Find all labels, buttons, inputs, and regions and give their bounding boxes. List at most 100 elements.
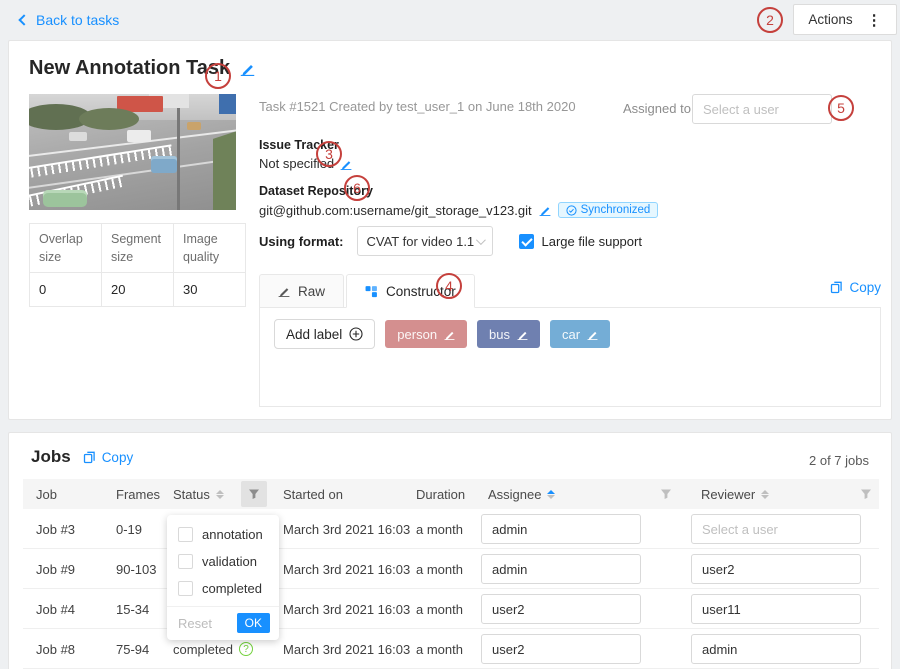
assignee-input[interactable] xyxy=(481,634,641,664)
status-filter-icon[interactable] xyxy=(241,481,267,507)
plus-circle-icon xyxy=(349,327,363,341)
large-file-support-label: Large file support xyxy=(542,234,642,249)
cvat-task-page: Back to tasks Actions ⋮ 1 2 3 4 5 6 New … xyxy=(0,0,900,669)
col-duration: Duration xyxy=(416,479,465,509)
assignee-input[interactable] xyxy=(481,554,641,584)
assigned-to-label: Assigned to xyxy=(623,101,691,116)
assigned-to-input[interactable] xyxy=(692,94,832,124)
job-duration: a month xyxy=(416,509,463,549)
assignee-filter-icon[interactable] xyxy=(653,481,679,507)
col-assignee[interactable]: Assignee xyxy=(488,479,555,509)
actions-label: Actions xyxy=(808,12,852,27)
job-frames: 75-94 xyxy=(116,629,149,669)
sync-status-badge[interactable]: Synchronized xyxy=(558,202,659,218)
job-duration: a month xyxy=(416,589,463,629)
annotation-checkbox[interactable] xyxy=(178,527,193,542)
format-select[interactable]: CVAT for video 1.1 xyxy=(357,226,493,256)
jobs-table-header: Job Frames Status Started on Duration As… xyxy=(23,479,879,509)
actions-button[interactable]: Actions ⋮ xyxy=(793,4,897,35)
reset-button[interactable]: Reset xyxy=(178,616,212,631)
annotation-marker-4: 4 xyxy=(436,273,462,299)
sort-icon-active[interactable] xyxy=(547,490,555,499)
validation-checkbox[interactable] xyxy=(178,554,193,569)
sort-icon[interactable] xyxy=(216,490,224,499)
job-started: March 3rd 2021 16:03 xyxy=(283,549,410,589)
tab-raw[interactable]: Raw xyxy=(259,274,344,308)
tab-raw-label: Raw xyxy=(298,284,325,299)
reviewer-filter-icon[interactable] xyxy=(853,481,879,507)
pencil-icon xyxy=(278,285,290,297)
labels-tabs: Raw Constructor Copy xyxy=(259,274,881,308)
task-title-text: New Annotation Task xyxy=(29,57,230,80)
annotation-marker-5: 5 xyxy=(828,95,854,121)
param-value-quality: 30 xyxy=(174,273,246,307)
label-chip-bus[interactable]: bus xyxy=(477,320,540,348)
chevron-down-icon xyxy=(475,235,485,245)
assignee-input[interactable] xyxy=(481,514,641,544)
job-link[interactable]: Job #9 xyxy=(36,549,75,589)
filter-option-label: validation xyxy=(202,554,257,569)
add-label-button[interactable]: Add label xyxy=(274,319,375,349)
pencil-icon xyxy=(444,329,455,340)
label-name: car xyxy=(562,327,580,342)
reviewer-input[interactable] xyxy=(691,514,861,544)
back-to-tasks-link[interactable]: Back to tasks xyxy=(20,12,119,28)
filter-option-validation[interactable]: validation xyxy=(167,548,279,575)
col-started-on: Started on xyxy=(283,479,343,509)
reviewer-input[interactable] xyxy=(691,634,861,664)
label-name: person xyxy=(397,327,437,342)
jobs-count: 2 of 7 jobs xyxy=(809,453,869,468)
job-frames: 90-103 xyxy=(116,549,156,589)
jobs-card: Jobs Copy 2 of 7 jobs Job Frames Status … xyxy=(8,432,892,669)
filter-option-label: annotation xyxy=(202,527,263,542)
param-header-segment: Segment size xyxy=(102,224,174,273)
constructor-pane: Add label person bus car xyxy=(259,308,881,407)
reviewer-input[interactable] xyxy=(691,594,861,624)
job-link[interactable]: Job #8 xyxy=(36,629,75,669)
large-file-support-checkbox[interactable] xyxy=(519,234,534,249)
filter-option-completed[interactable]: completed xyxy=(167,575,279,602)
job-frames: 0-19 xyxy=(116,509,142,549)
param-value-segment: 20 xyxy=(102,273,174,307)
sort-icon[interactable] xyxy=(761,490,769,499)
completed-checkbox[interactable] xyxy=(178,581,193,596)
filter-option-annotation[interactable]: annotation xyxy=(167,521,279,548)
status-text: completed xyxy=(173,642,233,657)
question-circle-icon xyxy=(239,642,253,656)
label-chip-car[interactable]: car xyxy=(550,320,610,348)
pencil-icon xyxy=(587,329,598,340)
edit-issue-tracker-icon[interactable] xyxy=(340,158,352,170)
col-reviewer[interactable]: Reviewer xyxy=(701,479,769,509)
job-duration: a month xyxy=(416,549,463,589)
task-meta: Task #1521 Created by test_user_1 on Jun… xyxy=(259,99,576,114)
job-started: March 3rd 2021 16:03 xyxy=(283,629,410,669)
assignee-input[interactable] xyxy=(481,594,641,624)
copy-jobs-link[interactable]: Copy xyxy=(83,450,134,465)
more-menu-icon: ⋮ xyxy=(867,11,882,29)
job-row: Job #9 90-103 March 3rd 2021 16:03 a mon… xyxy=(23,549,879,589)
param-value-overlap: 0 xyxy=(30,273,102,307)
param-header-overlap: Overlap size xyxy=(30,224,102,273)
job-link[interactable]: Job #3 xyxy=(36,509,75,549)
blue-car xyxy=(151,156,177,173)
job-link[interactable]: Job #4 xyxy=(36,589,75,629)
pole xyxy=(177,108,180,210)
task-params-table: Overlap size Segment size Image quality … xyxy=(29,223,246,307)
jobs-table: Job Frames Status Started on Duration As… xyxy=(23,479,879,669)
status-filter-dropdown: annotation validation completed Reset OK xyxy=(167,515,279,640)
label-chip-person[interactable]: person xyxy=(385,320,467,348)
jobs-title: Jobs xyxy=(31,447,71,467)
job-row: Job #3 0-19 March 3rd 2021 16:03 a month xyxy=(23,509,879,549)
copy-labels-link[interactable]: Copy xyxy=(830,280,881,295)
format-row: Using format: CVAT for video 1.1 Large f… xyxy=(259,226,642,256)
copy-icon xyxy=(83,451,96,464)
col-status[interactable]: Status xyxy=(173,479,224,509)
green-car xyxy=(43,190,87,207)
copy-labels-text: Copy xyxy=(849,280,881,295)
reviewer-input[interactable] xyxy=(691,554,861,584)
ok-button[interactable]: OK xyxy=(237,613,270,633)
back-chevron-icon xyxy=(18,14,29,25)
edit-repository-icon[interactable] xyxy=(539,204,551,216)
job-started: March 3rd 2021 16:03 xyxy=(283,509,410,549)
annotation-marker-1: 1 xyxy=(205,63,231,89)
